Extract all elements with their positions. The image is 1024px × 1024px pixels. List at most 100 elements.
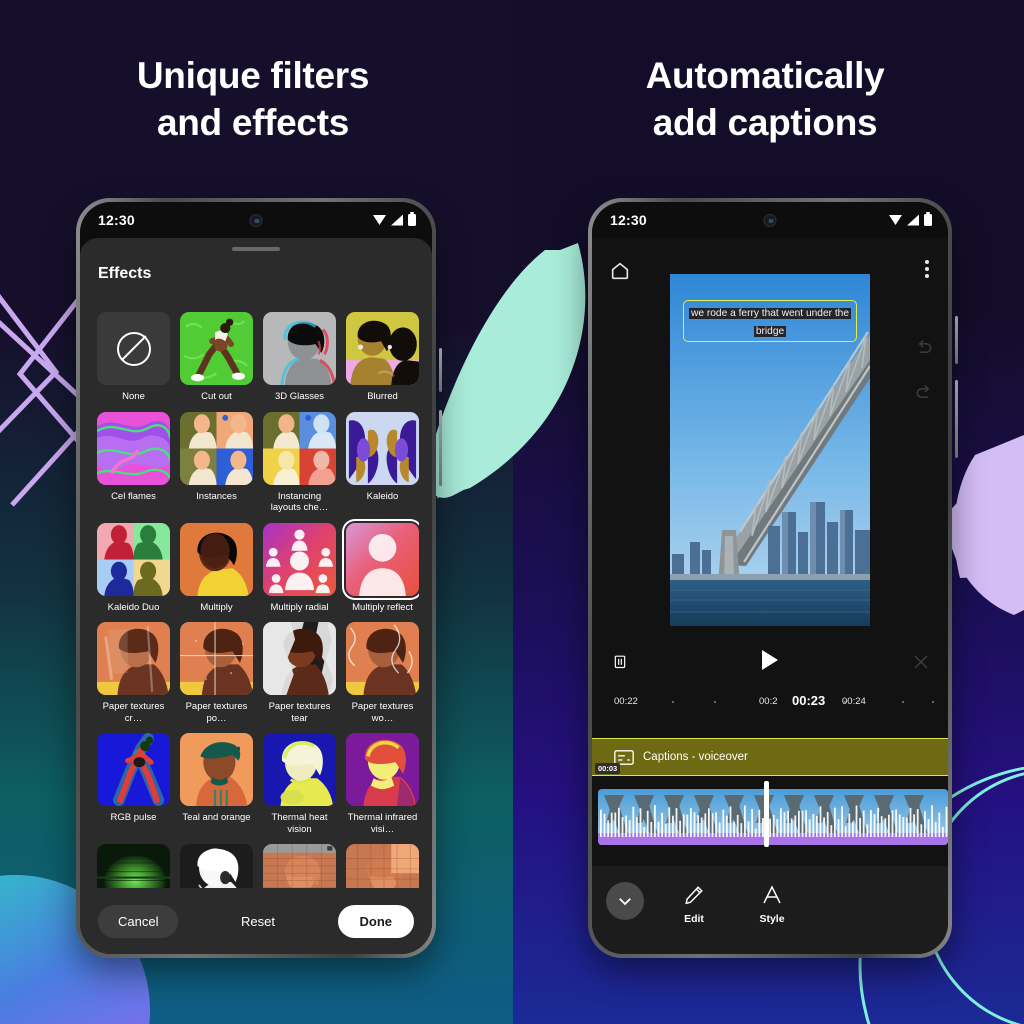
play-icon[interactable] xyxy=(762,650,778,670)
effect-item-kaleido-duo[interactable]: Kaleido Duo xyxy=(97,522,170,623)
status-clock: 12:30 xyxy=(98,212,135,228)
effect-label: Cut out xyxy=(201,391,232,402)
phone-captions-screen: 12:30 we rode a ferry that went under th… xyxy=(588,198,958,958)
effect-item-thermal-infrared-visi[interactable]: Thermal infrared visi… xyxy=(346,733,419,844)
effect-item-thermal-heat-vision[interactable]: Thermal heat vision xyxy=(263,733,336,844)
redo-icon[interactable] xyxy=(914,383,934,403)
ruler-tick xyxy=(902,701,904,703)
effect-thumbnail xyxy=(180,622,253,695)
video-preview[interactable]: we rode a ferry that went under the brid… xyxy=(670,274,870,626)
effect-item-multiply-radial[interactable]: Multiply radial xyxy=(263,522,336,623)
effect-label: Kaleido xyxy=(366,490,399,502)
effect-item-paper-textures-tear[interactable]: Paper textures tear xyxy=(263,622,336,733)
wifi-icon xyxy=(373,215,386,225)
effect-thumbnail xyxy=(346,312,419,385)
done-button[interactable]: Done xyxy=(337,904,414,938)
effect-thumbnail xyxy=(97,622,170,695)
caption-overlay[interactable]: we rode a ferry that went under the brid… xyxy=(683,300,857,342)
timeline-ruler[interactable]: 00:22 00:2 00:23 00:24 xyxy=(592,690,948,724)
effect-thumbnail xyxy=(263,622,336,695)
ruler-tick xyxy=(672,701,674,703)
phone-volume-button[interactable] xyxy=(439,410,442,486)
effect-label: Instances xyxy=(196,490,237,502)
effect-item-kaleido[interactable]: Kaleido xyxy=(346,411,419,523)
effects-grid: None Cut out 3D Glasses Blurred Cel flam… xyxy=(97,312,419,888)
effect-item-none[interactable]: None xyxy=(97,312,170,412)
effect-label: Multiply xyxy=(200,601,233,613)
effect-label: Multiply radial xyxy=(270,601,329,613)
sheet-drag-handle[interactable] xyxy=(232,247,280,251)
phone-volume-button-right[interactable] xyxy=(955,380,958,458)
front-camera-cutout-right xyxy=(763,214,777,227)
effect-label: Instancing layouts che… xyxy=(270,490,329,514)
undo-icon[interactable] xyxy=(914,338,934,358)
transport-controls xyxy=(592,638,948,690)
wifi-icon xyxy=(889,215,902,225)
effect-item-paper-textures-wo[interactable]: Paper textures wo… xyxy=(346,622,419,733)
effect-thumbnail xyxy=(346,411,419,485)
sheet-action-bar: Cancel Reset Done xyxy=(80,888,432,954)
text-style-icon xyxy=(763,885,781,904)
phone-effects-screen: 12:30 Effects None Cut out 3D Glasses Bl… xyxy=(76,198,442,958)
effect-item-multiply[interactable]: Multiply xyxy=(180,522,253,623)
home-icon[interactable] xyxy=(609,260,631,282)
effect-thumbnail xyxy=(180,844,253,888)
effect-thumbnail xyxy=(97,312,170,385)
playhead[interactable] xyxy=(764,781,769,847)
effect-item-instances[interactable]: Instances xyxy=(180,411,253,523)
ruler-tick xyxy=(932,701,934,703)
effect-label: Paper textures tear xyxy=(268,701,331,724)
phone-power-button[interactable] xyxy=(439,348,442,392)
effect-label: RGB pulse xyxy=(110,812,157,823)
effect-item-pixelwin[interactable] xyxy=(263,844,336,888)
effect-label: Teal and orange xyxy=(182,812,251,823)
battery-icon xyxy=(408,212,416,226)
effect-item-pixelhalf[interactable] xyxy=(346,844,419,888)
effect-label: Thermal infrared visi… xyxy=(347,812,418,835)
effect-label: Paper textures wo… xyxy=(351,701,414,724)
effect-label: Paper textures cr… xyxy=(102,701,165,724)
effect-item-cel-flames[interactable]: Cel flames xyxy=(97,411,170,523)
caption-track[interactable]: 00:03 Captions - voiceover xyxy=(592,738,948,776)
clip-track[interactable] xyxy=(592,781,948,847)
collapse-button[interactable] xyxy=(606,882,644,920)
effect-item-instancing-layouts-che[interactable]: Instancing layouts che… xyxy=(263,411,336,523)
effect-label: Cel flames xyxy=(111,490,156,502)
reset-button[interactable]: Reset xyxy=(241,914,275,929)
caption-duration-badge: 00:03 xyxy=(595,763,621,774)
ruler-label-2: 00:23 xyxy=(792,693,826,708)
effect-thumbnail xyxy=(97,522,170,596)
effect-item-multiply-reflect[interactable]: Multiply reflect xyxy=(346,522,419,623)
ruler-tick xyxy=(844,701,846,703)
caption-track-title: Captions - voiceover xyxy=(643,751,748,763)
effect-item-whitemask[interactable] xyxy=(180,844,253,888)
effect-item-paper-textures-cr[interactable]: Paper textures cr… xyxy=(97,622,170,733)
front-camera-cutout xyxy=(249,214,263,227)
tool-style[interactable]: Style xyxy=(744,882,800,925)
bottom-toolbar: Edit Style xyxy=(592,866,948,954)
trash-icon[interactable] xyxy=(612,652,628,671)
effect-item-greenscan[interactable] xyxy=(97,844,170,888)
effect-item-cut-out[interactable]: Cut out xyxy=(180,312,253,412)
ruler-tick xyxy=(714,701,716,703)
caption-text: we rode a ferry that went under the brid… xyxy=(689,308,851,337)
effect-label: None xyxy=(122,391,145,402)
kebab-menu-icon[interactable] xyxy=(925,260,929,278)
effect-thumbnail xyxy=(263,844,336,888)
tool-edit[interactable]: Edit xyxy=(666,882,722,925)
effect-label: Blurred xyxy=(367,391,398,402)
effect-thumbnail xyxy=(263,411,336,485)
no-effect-icon xyxy=(116,331,151,366)
effect-thumbnail xyxy=(263,522,336,596)
headline-left: Unique filters and effects xyxy=(136,55,370,143)
effect-thumbnail xyxy=(263,733,336,806)
effect-item-blurred[interactable]: Blurred xyxy=(346,312,419,412)
effect-label: Thermal heat vision xyxy=(271,812,328,835)
effect-item-teal-and-orange[interactable]: Teal and orange xyxy=(180,733,253,844)
split-icon[interactable] xyxy=(912,653,930,671)
effect-item-3d-glasses[interactable]: 3D Glasses xyxy=(263,312,336,412)
phone-power-button-right[interactable] xyxy=(955,316,958,364)
effect-item-paper-textures-po[interactable]: Paper textures po… xyxy=(180,622,253,733)
cancel-button[interactable]: Cancel xyxy=(98,904,179,938)
effect-item-rgb-pulse[interactable]: RGB pulse xyxy=(97,733,170,844)
